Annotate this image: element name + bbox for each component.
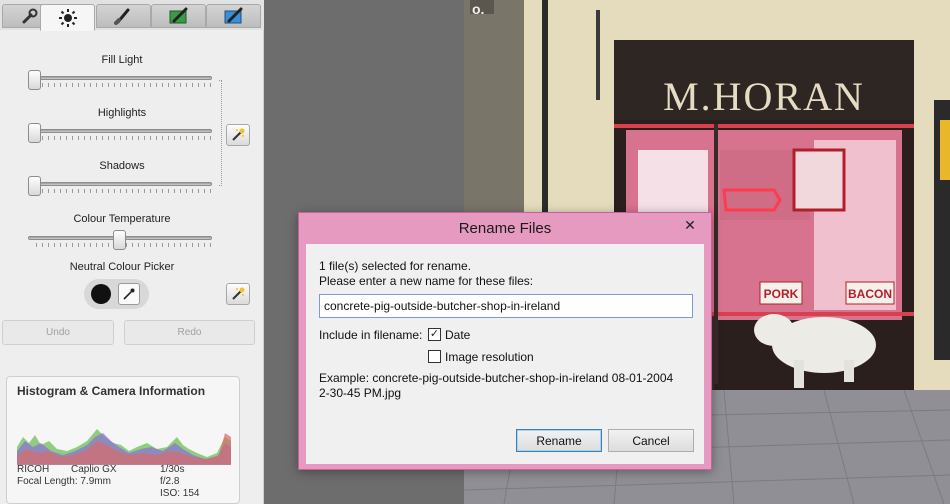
date-checkbox[interactable]: ✓ <box>428 328 441 341</box>
pork-label: PORK <box>764 287 799 301</box>
eyedropper-button[interactable] <box>118 283 140 305</box>
example-line-2: 2-30-45 PM.jpg <box>319 386 402 400</box>
image-resolution-checkbox[interactable] <box>428 350 441 363</box>
auto-colour-button[interactable] <box>226 283 250 305</box>
iso: ISO: 154 <box>160 488 200 499</box>
prompt-text: Please enter a new name for these files: <box>319 274 534 288</box>
fill-light-label: Fill Light <box>101 54 143 66</box>
close-icon: ✕ <box>684 216 696 233</box>
eyedropper-icon <box>123 288 135 300</box>
auto-adjust-light-button[interactable] <box>226 124 250 146</box>
dialog-body: 1 file(s) selected for rename. Please en… <box>306 244 704 464</box>
tab-effects-2[interactable] <box>151 4 206 28</box>
undo-button[interactable]: Undo <box>2 320 114 345</box>
top-sign-fragment: o. <box>472 1 484 17</box>
fill-light-thumb[interactable] <box>28 70 41 90</box>
tab-effects-1[interactable] <box>96 4 151 28</box>
shadows-label: Shadows <box>99 160 145 172</box>
example-line-1: Example: concrete-pig-outside-butcher-sh… <box>319 371 674 385</box>
highlights-thumb[interactable] <box>28 123 41 143</box>
rename-button[interactable]: Rename <box>516 429 602 452</box>
histogram-panel: Histogram & Camera Information RICOH Cap… <box>6 376 240 504</box>
histogram-title: Histogram & Camera Information <box>17 384 206 398</box>
highlights-track[interactable] <box>28 129 212 133</box>
wrench-icon <box>22 8 37 24</box>
magic-wand-icon <box>232 287 245 300</box>
brush-icon <box>113 8 129 25</box>
dialog-title: Rename Files <box>458 220 552 237</box>
image-resolution-label[interactable]: Image resolution <box>445 350 534 364</box>
colour-temperature-label: Colour Temperature <box>73 213 171 225</box>
highlights-ticks <box>36 136 212 140</box>
redo-button[interactable]: Redo <box>124 320 255 345</box>
camera-make: RICOH <box>17 464 50 475</box>
tab-bar <box>0 0 264 31</box>
blue-brush-icon <box>224 7 242 24</box>
sun-icon <box>58 8 77 27</box>
auto-bracket <box>219 80 222 186</box>
aperture: f/2.8 <box>160 476 180 487</box>
cancel-button[interactable]: Cancel <box>608 429 694 452</box>
tab-effects-3[interactable] <box>206 4 261 28</box>
highlights-label: Highlights <box>97 107 147 119</box>
tab-tuning[interactable] <box>40 4 95 31</box>
shadows-thumb[interactable] <box>28 176 41 196</box>
fill-light-ticks <box>36 83 212 87</box>
date-label[interactable]: Date <box>445 328 470 342</box>
histogram-graph <box>17 429 231 465</box>
bacon-label: BACON <box>848 287 892 301</box>
green-brush-icon <box>169 7 187 24</box>
picked-colour-swatch <box>91 284 111 304</box>
neutral-colour-picker-label: Neutral Colour Picker <box>69 261 175 273</box>
close-button[interactable]: ✕ <box>674 214 706 236</box>
shadows-track[interactable] <box>28 182 212 186</box>
shutter-speed: 1/30s <box>160 464 185 475</box>
include-label: Include in filename: <box>319 328 423 342</box>
focal-length: Focal Length: 7.9mm <box>17 476 111 487</box>
checkmark-icon: ✓ <box>429 328 440 340</box>
shadows-ticks <box>36 189 212 193</box>
shop-sign: M.HORAN <box>663 74 865 119</box>
rename-files-dialog: Rename Files ✕ 1 file(s) selected for re… <box>298 212 712 470</box>
selected-count-text: 1 file(s) selected for rename. <box>319 259 472 273</box>
fill-light-track[interactable] <box>28 76 212 80</box>
colour-temperature-thumb[interactable] <box>113 230 126 250</box>
new-name-input[interactable] <box>319 294 693 318</box>
camera-model: Caplio GX <box>71 464 117 475</box>
magic-wand-icon <box>232 128 245 141</box>
left-panel: Fill Light Highlights Shadows Colour Tem… <box>0 0 264 504</box>
